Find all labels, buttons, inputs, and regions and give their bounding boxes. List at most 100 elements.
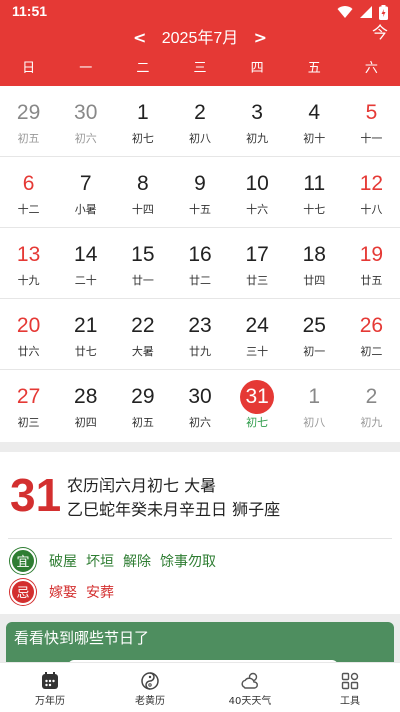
lunar-day: 初四 (74, 416, 97, 429)
calendar-day-cell[interactable]: 17 廿三 (229, 228, 286, 298)
lunar-day: 廿一 (131, 274, 154, 287)
calendar-day-cell[interactable]: 25 初一 (286, 299, 343, 369)
calendar-day-cell[interactable]: 30 初六 (57, 86, 114, 156)
battery-icon (379, 4, 388, 20)
ji-item: 安葬 (86, 585, 114, 601)
calendar-day-cell[interactable]: 1 初七 (114, 86, 171, 156)
day-number: 5 (365, 101, 378, 124)
lunar-day: 初一 (303, 345, 326, 358)
calendar-day-cell[interactable]: 7 小暑 (57, 157, 114, 227)
day-number: 29 (131, 385, 155, 408)
calendar-day-cell[interactable]: 26 初二 (343, 299, 400, 369)
calendar-day-cell[interactable]: 3 初九 (229, 86, 286, 156)
ganzhi-zodiac-text: 乙巳蛇年癸未月辛丑日 狮子座 (67, 500, 281, 519)
weekday-label: 二 (136, 61, 150, 76)
day-number: 2 (365, 385, 378, 408)
calendar-day-cell[interactable]: 6 十二 (0, 157, 57, 227)
weekday-label: 日 (22, 61, 36, 76)
prev-month-button[interactable]: < (131, 26, 149, 50)
yi-row[interactable]: 宜 破屋 坏垣 解除 馀事勿取 (10, 548, 216, 574)
calendar-day-cell[interactable]: 2 初八 (171, 86, 228, 156)
ji-row[interactable]: 忌 嫁娶 安葬 (10, 579, 114, 605)
calendar-day-cell[interactable]: 8 十四 (114, 157, 171, 227)
day-number: 27 (16, 385, 41, 408)
nav-item-tools[interactable]: 工具 (300, 663, 400, 712)
yi-items: 破屋 坏垣 解除 馀事勿取 (49, 551, 216, 571)
day-number: 11 (303, 172, 326, 195)
calendar-day-cell[interactable]: 22 大暑 (114, 299, 171, 369)
lunar-day: 十六 (246, 203, 269, 216)
almanac-icon (100, 669, 200, 693)
calendar-day-cell[interactable]: 29 初五 (0, 86, 57, 156)
calendar-day-cell[interactable]: 30 初六 (171, 370, 228, 441)
lunar-day: 廿七 (74, 345, 97, 358)
calendar-day-cell[interactable]: 11 十七 (286, 157, 343, 227)
lunar-day: 二十 (74, 274, 97, 287)
weekday-label: 一 (79, 61, 93, 76)
calendar-day-cell[interactable]: 5 十一 (343, 86, 400, 156)
lunar-day: 初二 (360, 345, 383, 358)
selected-day-number: 31 (10, 469, 62, 521)
day-detail-panel: 31 农历闰六月初七 大暑 乙巳蛇年癸未月辛丑日 狮子座 宜 破屋 坏垣 解除 馀事勿… (0, 452, 400, 614)
today-button[interactable]: 今 (372, 22, 388, 44)
lunar-day: 十五 (188, 203, 211, 216)
calendar-day-cell[interactable]: 29 初五 (114, 370, 171, 441)
day-number: 7 (79, 172, 92, 195)
lunar-day: 小暑 (74, 203, 97, 216)
day-number: 1 (308, 385, 321, 408)
nav-item-almanac[interactable]: 老黄历 (100, 663, 200, 712)
calendar-day-cell-today[interactable]: 31 初七 (229, 370, 286, 441)
calendar-week-row: 13 十九 14 二十 15 廿一 16 廿二 17 廿三 18 廿四 19 廿五 (0, 228, 400, 299)
calendar-day-cell[interactable]: 20 廿六 (0, 299, 57, 369)
nav-item-label: 40天天气 (228, 696, 272, 707)
day-number: 8 (137, 172, 149, 195)
calendar-day-cell[interactable]: 21 廿七 (57, 299, 114, 369)
calendar-day-cell[interactable]: 14 二十 (57, 228, 114, 298)
calendar-day-cell[interactable]: 12 十八 (343, 157, 400, 227)
calendar-day-cell[interactable]: 10 十六 (229, 157, 286, 227)
calendar-day-cell[interactable]: 28 初四 (57, 370, 114, 441)
calendar-day-cell[interactable]: 24 三十 (229, 299, 286, 369)
day-number: 12 (359, 172, 384, 195)
day-number: 21 (74, 314, 98, 337)
lunar-day: 初九 (360, 416, 383, 429)
calendar-day-cell[interactable]: 15 廿一 (114, 228, 171, 298)
weekday-label: 三 (193, 61, 207, 76)
calendar-day-cell[interactable]: 4 初十 (286, 86, 343, 156)
holiday-banner-text: 看看快到哪些节日了 (14, 629, 150, 647)
calendar-day-cell[interactable]: 2 初九 (343, 370, 400, 441)
lunar-day: 十九 (17, 274, 40, 287)
calendar-day-cell[interactable]: 27 初三 (0, 370, 57, 441)
day-number: 16 (188, 243, 212, 266)
weekday-label: 六 (364, 61, 378, 76)
day-number: 19 (359, 243, 384, 266)
calendar-week-row: 27 初三 28 初四 29 初五 30 初六 31 初七 1 初八 2 初九 (0, 370, 400, 441)
day-number: 28 (74, 385, 98, 408)
calendar-day-cell[interactable]: 13 十九 (0, 228, 57, 298)
lunar-day: 十四 (131, 203, 154, 216)
month-navigation: < 2025年7月 > (0, 26, 400, 50)
calendar-day-cell[interactable]: 9 十五 (171, 157, 228, 227)
calendar-day-cell[interactable]: 16 廿二 (171, 228, 228, 298)
next-month-button[interactable]: > (251, 26, 269, 50)
calendar-day-cell[interactable]: 1 初八 (286, 370, 343, 441)
day-number: 25 (302, 314, 326, 337)
yi-item: 破屋 (49, 554, 77, 570)
calendar-day-cell[interactable]: 18 廿四 (286, 228, 343, 298)
lunar-day: 大暑 (131, 345, 154, 358)
calendar-header: 11:51 < 2025年7月 > 今 日 一 二 三 四 五 六 (0, 0, 400, 86)
nav-item-weather[interactable]: 40天天气 (200, 663, 300, 712)
calendar-day-cell[interactable]: 19 廿五 (343, 228, 400, 298)
month-title[interactable]: 2025年7月 (154, 27, 247, 51)
yi-item: 馀事勿取 (160, 554, 216, 570)
day-number: 4 (308, 101, 321, 124)
lunar-day: 三十 (246, 345, 269, 358)
calendar-icon (0, 669, 100, 693)
day-number: 6 (22, 172, 35, 195)
day-number: 3 (251, 101, 263, 124)
lunar-day: 廿三 (246, 274, 269, 287)
day-number: 20 (16, 314, 41, 337)
calendar-day-cell[interactable]: 23 廿九 (171, 299, 228, 369)
nav-item-calendar[interactable]: 万年历 (0, 663, 100, 712)
lunar-day: 初六 (188, 416, 211, 429)
